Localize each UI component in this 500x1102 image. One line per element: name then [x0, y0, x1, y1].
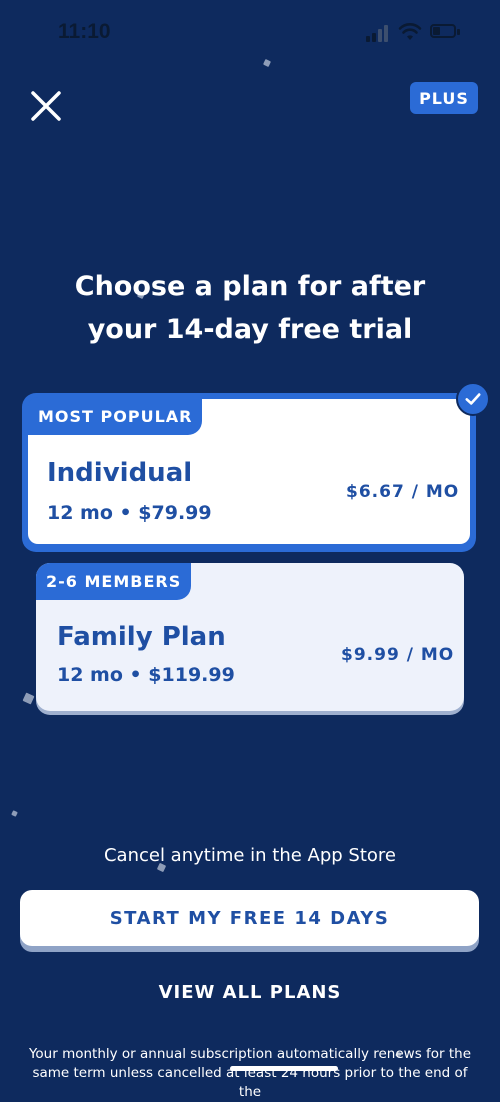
- plan-price-family: $9.99 / MO: [341, 645, 455, 665]
- plan-term-individual: 12 mo • $79.99: [47, 502, 212, 524]
- confetti: [11, 810, 18, 817]
- signal-icon: [366, 24, 390, 42]
- most-popular-ribbon: MOST POPULAR: [28, 397, 203, 435]
- checkmark-icon: [456, 382, 490, 416]
- title-line-1: Choose a plan for after: [74, 271, 426, 302]
- start-free-trial-button[interactable]: START MY FREE 14 DAYS: [20, 890, 479, 946]
- plan-price-individual: $6.67 / MO: [346, 482, 460, 502]
- plus-badge: PLUS: [410, 82, 478, 114]
- plan-name-family: Family Plan: [57, 622, 226, 652]
- confetti: [22, 692, 35, 705]
- status-bar: 11:10: [0, 0, 500, 68]
- legal-text: Your monthly or annual subscription auto…: [20, 1045, 480, 1102]
- wifi-icon: [398, 23, 422, 40]
- members-ribbon: 2-6 MEMBERS: [36, 563, 192, 600]
- cancel-note: Cancel anytime in the App Store: [103, 845, 397, 866]
- home-indicator[interactable]: [230, 1066, 338, 1071]
- title-line-2: your 14-day free trial: [87, 314, 413, 345]
- plan-term-family: 12 mo • $119.99: [57, 664, 235, 686]
- page-title: Choose a plan for after your 14-day free…: [0, 265, 500, 351]
- battery-icon: [430, 24, 460, 40]
- view-all-plans-link[interactable]: VIEW ALL PLANS: [0, 982, 500, 1003]
- legal-line-1: Your monthly or annual subscription auto…: [28, 1046, 472, 1062]
- close-icon[interactable]: [30, 90, 62, 122]
- status-time: 11:10: [58, 20, 111, 43]
- plan-name-individual: Individual: [47, 458, 193, 488]
